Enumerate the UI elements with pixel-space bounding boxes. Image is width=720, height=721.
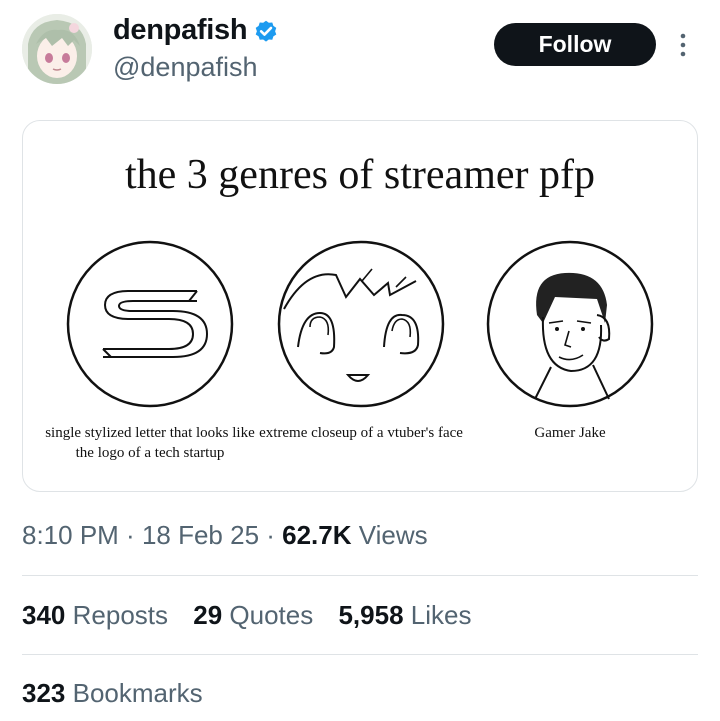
post-date[interactable]: 18 Feb 25	[142, 520, 259, 550]
engagement-stats: 340 Reposts 29 Quotes 5,958 Likes	[22, 600, 489, 631]
reposts-stat[interactable]: 340 Reposts	[22, 600, 168, 630]
post-time[interactable]: 8:10 PM	[22, 520, 119, 550]
avatar-image	[22, 14, 92, 84]
more-options-icon[interactable]	[676, 30, 690, 60]
verified-badge-icon	[255, 20, 277, 42]
separator: ·	[118, 520, 142, 550]
caption-stylized-letter: single stylized letter that looks like t…	[45, 425, 255, 461]
bookmarks-label: Bookmarks	[72, 678, 203, 708]
divider	[22, 575, 698, 576]
caption-vtuber-face: extreme closeup of a vtuber's face	[259, 425, 463, 441]
author-name-row: denpafish	[113, 14, 279, 47]
stylized-s-logo-icon	[66, 240, 234, 408]
display-name[interactable]: denpafish	[113, 14, 248, 47]
separator: ·	[259, 520, 283, 550]
post-meta: 8:10 PM · 18 Feb 25 · 62.7K Views	[22, 520, 428, 551]
likes-stat[interactable]: 5,958 Likes	[338, 600, 471, 630]
divider	[22, 654, 698, 655]
bookmarks-count: 323	[22, 678, 66, 708]
reposts-count: 340	[22, 600, 66, 630]
reposts-label: Reposts	[72, 600, 169, 630]
views-count: 62.7K	[282, 520, 352, 550]
likes-count: 5,958	[338, 600, 404, 630]
follow-button[interactable]: Follow	[494, 23, 656, 66]
quotes-count: 29	[193, 600, 223, 630]
anime-face-closeup-icon	[277, 240, 445, 408]
gamer-portrait-sketch-icon	[486, 240, 654, 408]
quotes-stat[interactable]: 29 Quotes	[193, 600, 313, 630]
likes-label: Likes	[410, 600, 472, 630]
author-handle[interactable]: @denpafish	[113, 52, 258, 83]
views-label: Views	[358, 520, 428, 550]
caption-gamer-jake: Gamer Jake	[534, 425, 606, 441]
card-title: the 3 genres of streamer pfp	[125, 152, 595, 198]
media-card[interactable]: the 3 genres of streamer pfp single styl…	[22, 120, 698, 492]
bookmarks-stat[interactable]: 323 Bookmarks	[22, 678, 203, 709]
avatar[interactable]	[22, 14, 92, 84]
quotes-label: Quotes	[229, 600, 314, 630]
